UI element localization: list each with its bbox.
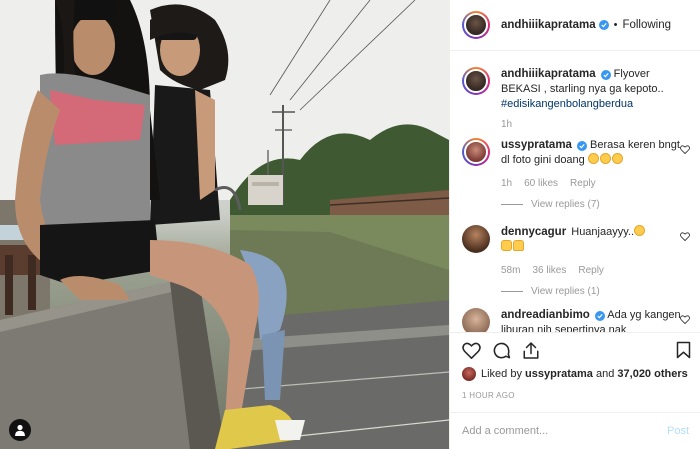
verified-badge-icon [594, 311, 605, 321]
comment-button[interactable] [492, 341, 511, 360]
comment-like-heart-icon[interactable] [680, 232, 690, 241]
caption-avatar[interactable] [462, 67, 490, 95]
comment-username[interactable]: andreadianbimo [501, 309, 590, 321]
caption: andhiiikapratama Flyover BEKASI , starli… [462, 67, 690, 130]
comment-time: 58m [501, 265, 521, 276]
likes-summary: Liked by ussypratama and 37,020 others [462, 367, 688, 381]
comment-avatar[interactable] [462, 225, 490, 253]
header-separator: • [613, 19, 618, 31]
post-timestamp[interactable]: 1 HOUR AGO [462, 391, 515, 400]
caption-username[interactable]: andhiiikapratama [501, 68, 596, 80]
comment-bubble-icon [493, 342, 511, 358]
comment-text: Huanjaayyy.. [571, 226, 635, 238]
share-button[interactable] [522, 341, 540, 360]
heart-icon [462, 342, 481, 359]
caption-time: 1h [501, 119, 513, 130]
grinning-sweat-emoji [587, 153, 599, 164]
comment-like-heart-icon[interactable] [680, 315, 690, 324]
author-username[interactable]: andhiiikapratama [501, 19, 596, 31]
liker-avatar[interactable] [462, 367, 476, 381]
comment-username[interactable]: ussypratama [501, 139, 572, 151]
verified-badge-icon [576, 141, 587, 151]
reply-button[interactable]: Reply [570, 178, 596, 189]
grinning-sweat-emoji [599, 153, 611, 164]
comments-list[interactable]: andhiiikapratama Flyover BEKASI , starli… [450, 52, 700, 332]
verified-badge-icon [600, 70, 611, 80]
liked-by-user[interactable]: ussypratama [525, 368, 593, 380]
replies-line [501, 291, 523, 292]
thumbs-up-emoji [513, 240, 524, 251]
liked-by-and: and [595, 368, 615, 380]
author-avatar[interactable] [462, 11, 490, 39]
liked-by-prefix: Liked by [481, 368, 522, 380]
likes-others-count[interactable]: 37,020 others [617, 368, 687, 380]
reply-button[interactable]: Reply [578, 265, 604, 276]
view-replies-button[interactable]: View replies (7) [501, 199, 690, 210]
save-button[interactable] [676, 341, 691, 362]
caption-hashtag[interactable]: #edisikangenbolangberdua [501, 98, 633, 110]
comment-like-heart-icon[interactable] [680, 145, 690, 154]
view-replies-label: View replies (7) [531, 199, 600, 210]
share-icon [523, 341, 539, 359]
bookmark-icon [676, 341, 691, 359]
comment-likes-count[interactable]: 60 likes [524, 178, 558, 189]
grinning-sweat-emoji [611, 153, 623, 164]
comment-item: ussypratama Berasa keren bngt dl foto gi… [462, 138, 690, 210]
user-tags-button[interactable] [9, 419, 31, 441]
post-sidebar: andhiiikapratama • Following andhiiikapr… [449, 0, 700, 449]
view-replies-button[interactable]: View replies (1) [501, 286, 690, 297]
comment-item: andreadianbimo Ada yg kangen liburan nih… [462, 308, 690, 332]
comment-input[interactable] [462, 425, 667, 437]
post-photo[interactable] [0, 0, 449, 449]
comment-avatar[interactable] [462, 138, 490, 166]
comment-username[interactable]: dennycagur [501, 226, 566, 238]
person-icon [15, 424, 25, 436]
photo-scene [0, 0, 449, 449]
replies-line [501, 204, 523, 205]
following-button[interactable]: Following [622, 19, 671, 31]
rofl-emoji [634, 225, 646, 236]
like-button[interactable] [462, 342, 481, 359]
view-replies-label: View replies (1) [531, 286, 600, 297]
post-actions [450, 332, 700, 367]
comment-item: dennycagur Huanjaayyy.. 58m 36 likes Rep… [462, 225, 690, 297]
comment-time: 1h [501, 178, 513, 189]
comment-avatar[interactable] [462, 308, 490, 332]
clapping-hands-emoji [501, 240, 512, 251]
post-comment-button[interactable]: Post [667, 425, 689, 437]
post-header: andhiiikapratama • Following [450, 0, 700, 51]
verified-badge-icon [598, 20, 609, 30]
comment-likes-count[interactable]: 36 likes [532, 265, 566, 276]
add-comment-bar: Post [450, 412, 700, 449]
